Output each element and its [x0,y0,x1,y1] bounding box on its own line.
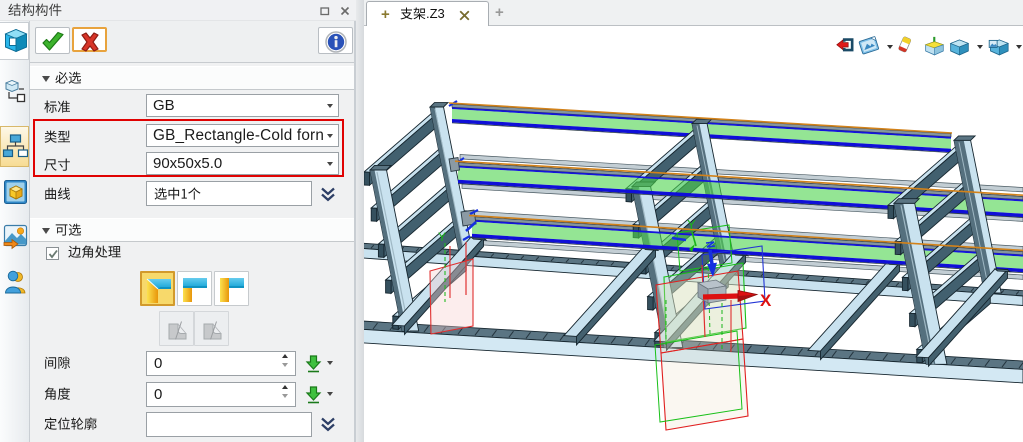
svg-text:Y: Y [438,230,446,244]
svg-text:Y: Y [687,217,696,232]
svg-text:X: X [760,291,772,310]
